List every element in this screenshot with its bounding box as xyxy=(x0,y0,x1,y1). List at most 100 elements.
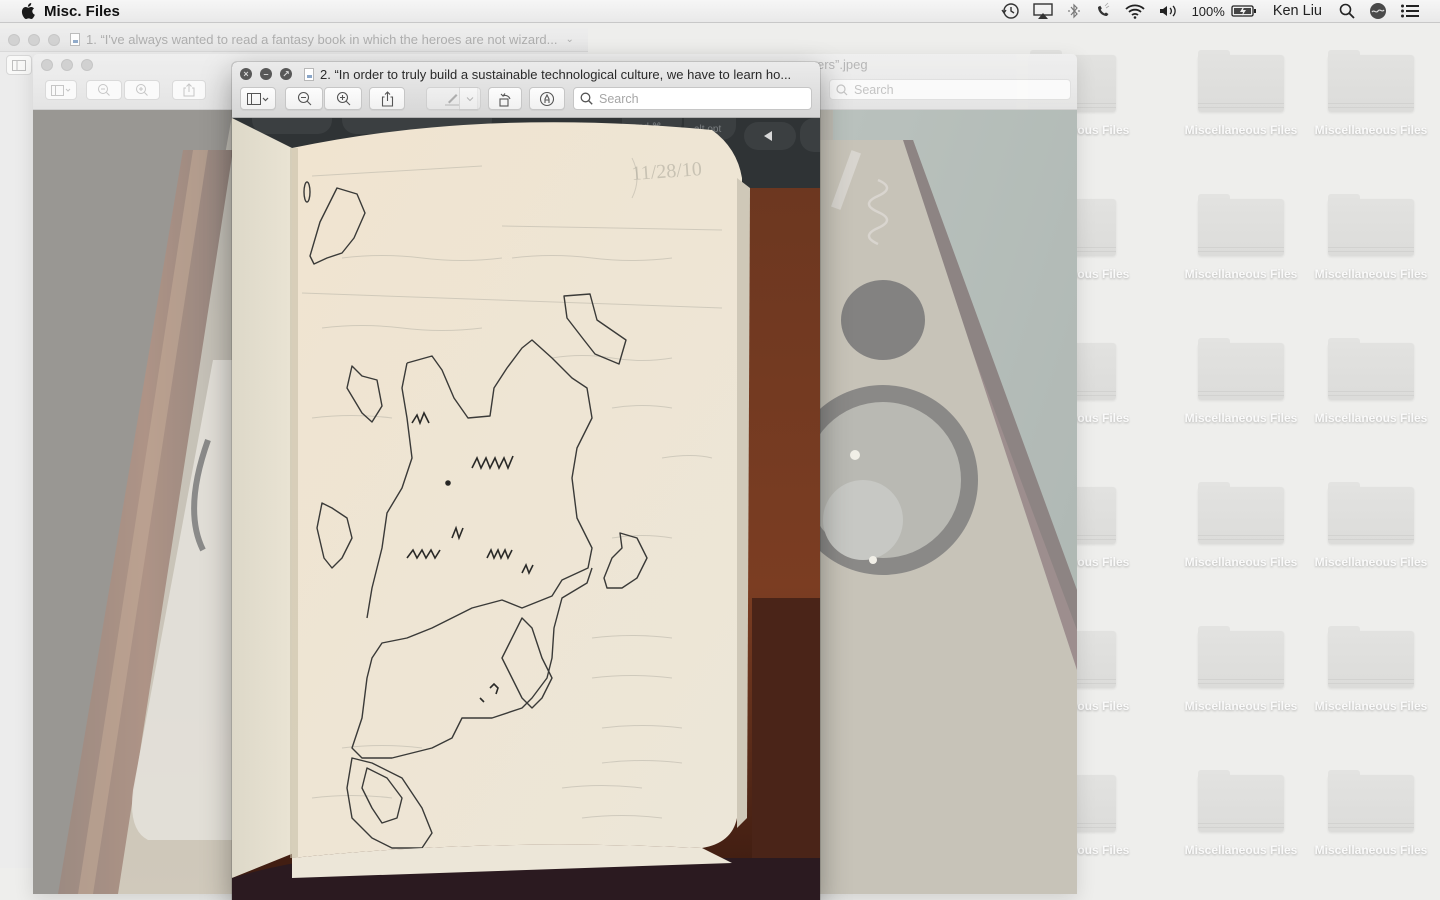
window-toolbar-area: × – ↗ 2. “In order to truly build a sust… xyxy=(232,62,820,118)
folder-label: Miscellaneous Files xyxy=(1184,555,1298,569)
wifi-icon[interactable] xyxy=(1118,0,1152,23)
zoom-in-icon xyxy=(136,84,148,96)
folder-icon xyxy=(1328,50,1414,112)
folder-label: Miscellaneous Files xyxy=(1314,411,1428,425)
sidebar-toggle-button[interactable] xyxy=(45,80,77,100)
close-button[interactable]: × xyxy=(240,68,252,80)
menu-bar: Misc. Files 100% Ken Liu xyxy=(0,0,1440,23)
folder-label: Miscellaneous Files xyxy=(1184,699,1298,713)
fullscreen-button[interactable] xyxy=(81,59,93,71)
desktop-folder[interactable]: Miscellaneous Files xyxy=(1306,470,1436,600)
desktop-folder[interactable]: Miscellaneous Files xyxy=(1306,38,1436,168)
desktop-folder[interactable]: Miscellaneous Files xyxy=(1176,470,1306,600)
sidebar-icon xyxy=(51,84,71,96)
desktop-folder[interactable]: Miscellaneous Files xyxy=(1306,758,1436,888)
folder-label: Miscellaneous Files xyxy=(1314,123,1428,137)
folder-icon xyxy=(1328,338,1414,400)
app-name-menu[interactable]: Misc. Files xyxy=(44,3,120,20)
folder-label: Miscellaneous Files xyxy=(1184,843,1298,857)
minimize-button[interactable]: – xyxy=(260,68,272,80)
minimize-button[interactable] xyxy=(28,33,40,46)
rotate-button[interactable] xyxy=(488,87,522,110)
close-button[interactable] xyxy=(41,59,53,71)
zoom-out-icon xyxy=(297,91,311,106)
search-icon xyxy=(836,83,848,95)
desktop-folder[interactable]: Miscellaneous Files xyxy=(1306,614,1436,744)
close-icon: × xyxy=(243,68,249,79)
search-icon xyxy=(580,92,593,105)
sidebar-toggle-button[interactable] xyxy=(6,55,32,75)
window-title: 1. “I've always wanted to read a fantasy… xyxy=(86,32,558,47)
folder-icon xyxy=(1328,770,1414,832)
folder-icon xyxy=(1198,770,1284,832)
window-titlebar[interactable]: 1. “I've always wanted to read a fantasy… xyxy=(0,28,588,52)
sidebar-icon xyxy=(247,92,269,105)
folder-label: Miscellaneous Files xyxy=(1184,123,1298,137)
phone-icon[interactable] xyxy=(1088,0,1118,23)
battery-percent[interactable]: 100% xyxy=(1186,0,1231,23)
bluetooth-icon[interactable] xyxy=(1060,0,1088,23)
apple-logo-icon[interactable] xyxy=(21,3,35,19)
zoom-out-button[interactable] xyxy=(86,80,122,100)
zoom-in-button[interactable] xyxy=(324,87,362,110)
desktop-folder[interactable]: Miscellaneous Files xyxy=(1176,758,1306,888)
preview-window-active[interactable]: × – ↗ 2. “In order to truly build a sust… xyxy=(232,62,820,900)
zoom-in-button[interactable] xyxy=(124,80,160,100)
close-button[interactable] xyxy=(8,33,20,46)
markup-toolbar-button[interactable] xyxy=(529,87,565,110)
volume-icon[interactable] xyxy=(1152,0,1186,23)
chevron-down-icon[interactable]: ⌄ xyxy=(565,34,573,45)
spotlight-search-icon[interactable] xyxy=(1332,0,1362,23)
zoom-out-button[interactable] xyxy=(285,87,323,110)
window-titlebar[interactable]: × – ↗ 2. “In order to truly build a sust… xyxy=(232,64,820,84)
minimize-icon: – xyxy=(263,68,269,79)
markup-dropdown-button[interactable] xyxy=(459,87,481,110)
desktop-folder[interactable]: Miscellaneous Files xyxy=(1176,326,1306,456)
desktop-folder[interactable]: Miscellaneous Files xyxy=(1176,614,1306,744)
document-proxy-icon[interactable] xyxy=(304,67,314,81)
folder-label: Miscellaneous Files xyxy=(1314,699,1428,713)
window-controls xyxy=(8,33,60,46)
window-controls xyxy=(41,59,93,71)
airplay-icon[interactable] xyxy=(1026,0,1060,23)
toolbar xyxy=(232,87,820,111)
window-controls: × – ↗ xyxy=(240,68,292,80)
markup-toolbox-icon xyxy=(539,91,555,106)
sidebar-icon xyxy=(12,59,26,71)
time-machine-icon[interactable] xyxy=(994,0,1026,23)
chevron-down-icon xyxy=(466,96,474,101)
document-proxy-icon[interactable] xyxy=(70,33,80,46)
siri-icon[interactable] xyxy=(1362,0,1394,23)
fullscreen-button[interactable] xyxy=(48,33,60,46)
share-button[interactable] xyxy=(369,87,405,110)
user-name-menu[interactable]: Ken Liu xyxy=(1263,0,1332,23)
search-placeholder: Search xyxy=(854,82,894,97)
folder-icon xyxy=(1198,194,1284,256)
folder-icon xyxy=(1328,194,1414,256)
folder-icon xyxy=(1198,482,1284,544)
battery-charging-icon[interactable] xyxy=(1231,0,1263,23)
fullscreen-button[interactable]: ↗ xyxy=(280,68,292,80)
folder-icon xyxy=(1198,50,1284,112)
desktop-folder[interactable]: Miscellaneous Files xyxy=(1306,182,1436,312)
desktop-folder[interactable]: Miscellaneous Files xyxy=(1306,326,1436,456)
search-field[interactable] xyxy=(573,87,812,110)
zoom-in-icon xyxy=(336,91,350,106)
minimize-button[interactable] xyxy=(61,59,73,71)
folder-label: Miscellaneous Files xyxy=(1184,411,1298,425)
sidebar-toggle-button[interactable] xyxy=(240,87,276,110)
folder-label: Miscellaneous Files xyxy=(1184,267,1298,281)
rotate-left-icon xyxy=(499,92,511,107)
notebook-map-photo: cmd ⌘ alt opt xyxy=(232,118,820,900)
desktop-folder[interactable]: Miscellaneous Files xyxy=(1176,38,1306,168)
desktop-folder[interactable]: Miscellaneous Files xyxy=(1176,182,1306,312)
share-button[interactable] xyxy=(172,80,206,100)
search-field[interactable]: Search xyxy=(829,79,1071,100)
folder-icon xyxy=(1328,482,1414,544)
folder-label: Miscellaneous Files xyxy=(1314,555,1428,569)
zoom-out-icon xyxy=(98,84,110,96)
notification-center-icon[interactable] xyxy=(1394,0,1426,23)
share-icon xyxy=(381,90,393,107)
window-title: ers”.jpeg xyxy=(817,57,868,72)
search-input[interactable] xyxy=(599,91,799,106)
